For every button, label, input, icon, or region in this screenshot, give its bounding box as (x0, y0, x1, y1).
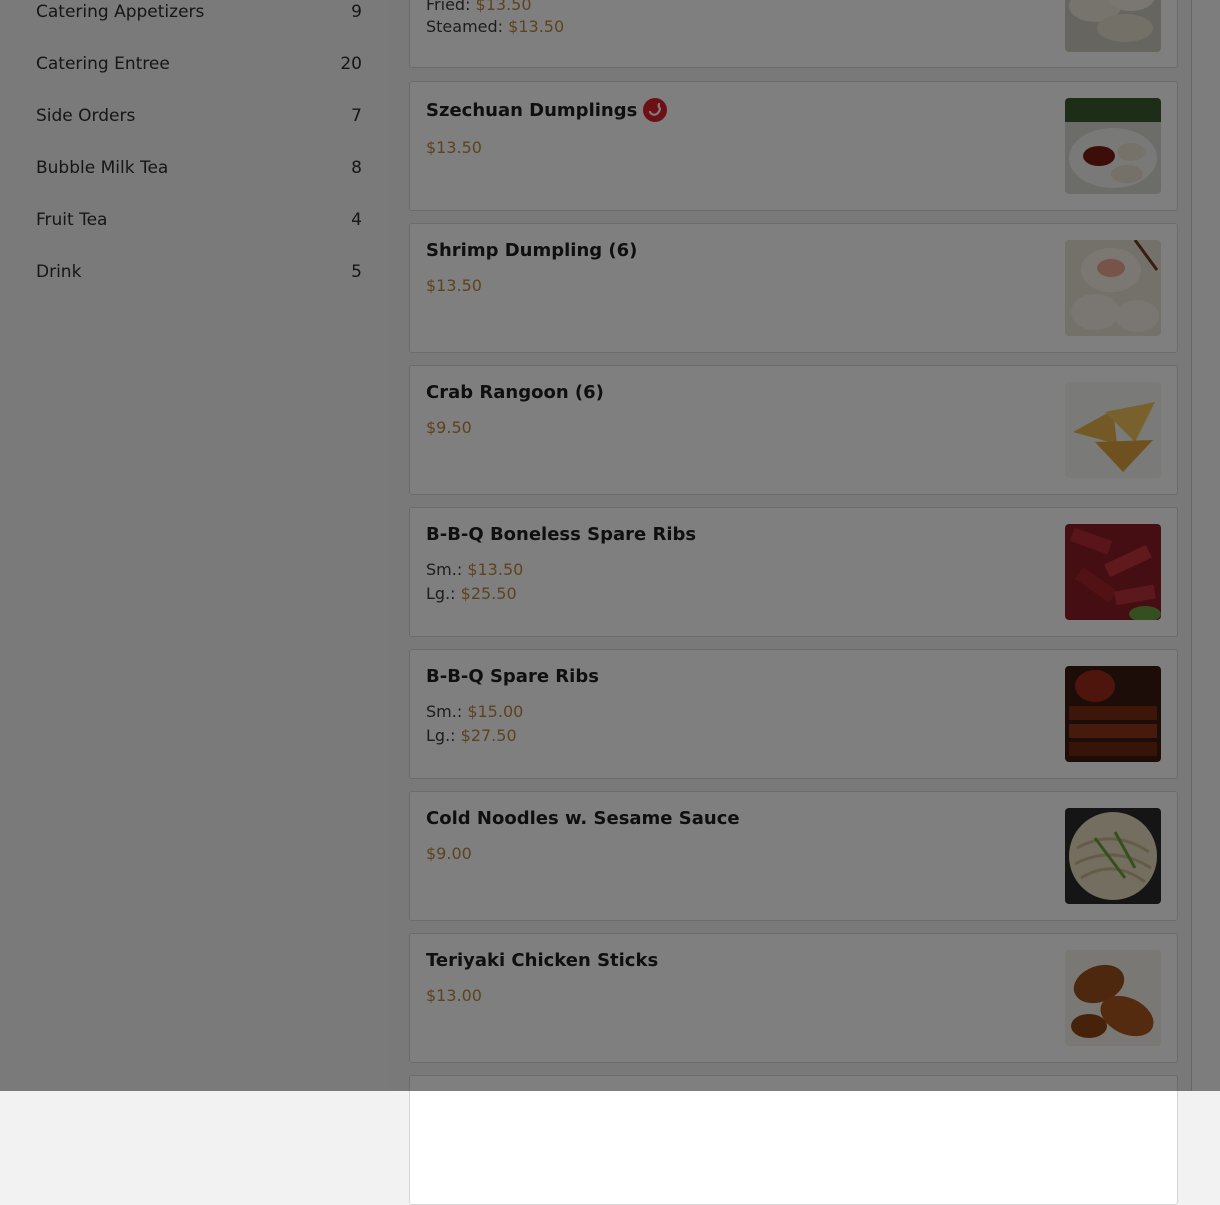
price-value: $13.00 (426, 986, 482, 1005)
price-value: $15.00 (467, 702, 524, 721)
dumplings-photo-icon (1065, 0, 1161, 52)
menu-page: Catering Appetizers 9 Catering Entree 20… (0, 0, 1220, 1205)
price-line: $9.00 (426, 844, 472, 863)
price-value: $13.50 (467, 560, 524, 579)
category-label: Bubble Milk Tea (36, 158, 169, 178)
category-label: Fruit Tea (36, 210, 108, 230)
menu-item-name: Teriyaki Chicken Sticks (426, 950, 659, 971)
menu-item-card[interactable]: B-B-Q Boneless Spare Ribs Sm.: $13.50 Lg… (409, 507, 1178, 637)
cold-noodles-photo-icon (1065, 808, 1161, 904)
scrollbar-track[interactable] (1191, 0, 1220, 1091)
boneless-ribs-photo-icon (1065, 524, 1161, 620)
price-label: Sm.: (426, 702, 463, 721)
menu-item-name: Szechuan Dumplings (426, 98, 668, 122)
menu-item-card[interactable]: B-B-Q Spare Ribs Sm.: $15.00 Lg.: $27.50 (409, 649, 1178, 779)
menu-item-card[interactable]: Cold Noodles w. Sesame Sauce $9.00 (409, 791, 1178, 921)
category-count: 8 (351, 158, 362, 178)
menu-item-card[interactable]: Teriyaki Chicken Sticks $13.00 (409, 933, 1178, 1063)
price-line: $13.50 (426, 276, 482, 295)
spicy-chili-icon (643, 98, 668, 122)
price-label: Lg.: (426, 726, 456, 745)
price-line: Lg.: $25.50 (426, 584, 517, 603)
menu-item-name: Cold Noodles w. Sesame Sauce (426, 808, 740, 829)
menu-item-title: Szechuan Dumplings (426, 99, 638, 121)
chicken-sticks-photo-icon (1065, 950, 1161, 1046)
shrimp-dumpling-photo-icon (1065, 240, 1161, 336)
category-fruit-tea[interactable]: Fruit Tea 4 (36, 204, 362, 236)
category-sidebar: Catering Appetizers 9 Catering Entree 20… (0, 0, 390, 1091)
menu-item-name: Shrimp Dumpling (6) (426, 240, 638, 261)
menu-item-card[interactable]: Szechuan Dumplings $13.50 (409, 81, 1178, 211)
price-label: Lg.: (426, 584, 456, 603)
price-value: $25.50 (460, 584, 517, 603)
menu-item-card[interactable]: Crab Rangoon (6) $9.50 (409, 365, 1178, 495)
category-catering-appetizers[interactable]: Catering Appetizers 9 (36, 0, 362, 28)
category-label: Catering Appetizers (36, 2, 205, 22)
menu-item-name: Crab Rangoon (6) (426, 382, 604, 403)
menu-item-name: B-B-Q Boneless Spare Ribs (426, 524, 697, 545)
crab-rangoon-photo-icon (1065, 382, 1161, 478)
price-line: $9.50 (426, 418, 472, 437)
price-line: Lg.: $27.50 (426, 726, 517, 745)
category-count: 4 (351, 210, 362, 230)
price-value: $13.50 (426, 138, 482, 157)
szechuan-dumplings-photo-icon (1065, 98, 1161, 194)
price-value: $9.00 (426, 844, 472, 863)
category-drink[interactable]: Drink 5 (36, 256, 362, 288)
menu-item-card[interactable]: Fried: $13.50 Steamed: $13.50 (409, 0, 1178, 68)
category-count: 9 (351, 2, 362, 22)
category-catering-entree[interactable]: Catering Entree 20 (36, 48, 362, 80)
price-label: Steamed: (426, 17, 504, 36)
price-line: Fried: $13.50 (426, 0, 532, 14)
price-line: $13.00 (426, 986, 482, 1005)
price-value: $9.50 (426, 418, 472, 437)
price-label: Sm.: (426, 560, 463, 579)
category-count: 5 (351, 262, 362, 282)
price-value: $13.50 (508, 17, 565, 36)
price-line: Sm.: $13.50 (426, 560, 523, 579)
price-value: $13.50 (475, 0, 532, 14)
menu-item-card[interactable]: Shrimp Dumpling (6) $13.50 (409, 223, 1178, 353)
menu-item-list: Fried: $13.50 Steamed: $13.50 Szechuan D… (409, 0, 1181, 1205)
category-count: 20 (340, 54, 362, 74)
category-side-orders[interactable]: Side Orders 7 (36, 100, 362, 132)
spare-ribs-photo-icon (1065, 666, 1161, 762)
category-label: Side Orders (36, 106, 136, 126)
category-label: Catering Entree (36, 54, 170, 74)
price-value: $13.50 (426, 276, 482, 295)
category-label: Drink (36, 262, 82, 282)
price-line: Steamed: $13.50 (426, 17, 564, 36)
category-bubble-milk-tea[interactable]: Bubble Milk Tea 8 (36, 152, 362, 184)
price-line: Sm.: $15.00 (426, 702, 523, 721)
price-line: $13.50 (426, 138, 482, 157)
menu-item-card[interactable] (409, 1075, 1178, 1205)
price-value: $27.50 (460, 726, 517, 745)
menu-item-name: B-B-Q Spare Ribs (426, 666, 599, 687)
category-count: 7 (351, 106, 362, 126)
price-label: Fried: (426, 0, 471, 14)
